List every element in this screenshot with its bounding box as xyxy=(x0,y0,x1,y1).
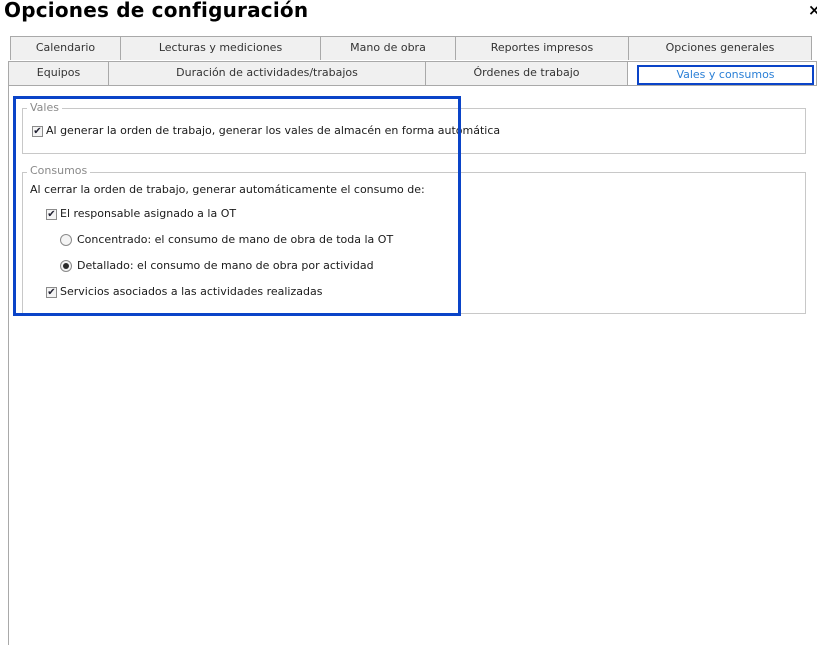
tab-ordenes-de-trabajo[interactable]: Órdenes de trabajo xyxy=(425,61,628,85)
servicios-checkbox[interactable]: ✔ xyxy=(46,287,57,298)
auto-vales-label: Al generar la orden de trabajo, generar … xyxy=(46,124,501,137)
detallado-radio[interactable] xyxy=(60,260,72,272)
servicios-label: Servicios asociados a las actividades re… xyxy=(60,285,323,298)
tab-lecturas-y-mediciones[interactable]: Lecturas y mediciones xyxy=(120,36,321,60)
tab-equipos[interactable]: Equipos xyxy=(8,61,109,85)
check-icon: ✔ xyxy=(47,286,56,298)
check-icon: ✔ xyxy=(33,125,42,137)
tab-calendario[interactable]: Calendario xyxy=(10,36,121,60)
detallado-label: Detallado: el consumo de mano de obra po… xyxy=(77,259,374,272)
consumos-intro: Al cerrar la orden de trabajo, generar a… xyxy=(30,183,425,196)
tab-mano-de-obra[interactable]: Mano de obra xyxy=(320,36,456,60)
concentrado-radio[interactable] xyxy=(60,234,72,246)
close-icon[interactable]: × xyxy=(808,1,817,19)
tab-opciones-generales[interactable]: Opciones generales xyxy=(628,36,812,60)
radio-selected-dot xyxy=(63,263,69,269)
auto-vales-checkbox[interactable]: ✔ xyxy=(32,126,43,137)
check-icon: ✔ xyxy=(47,208,56,220)
vales-legend: Vales xyxy=(27,102,62,114)
concentrado-label: Concentrado: el consumo de mano de obra … xyxy=(77,233,394,246)
tab-vales-y-consumos-label: Vales y consumos xyxy=(637,65,814,85)
window-title: Opciones de configuración xyxy=(4,0,309,22)
tab-content-panel xyxy=(8,85,817,645)
tab-vales-y-consumos[interactable]: Vales y consumos xyxy=(627,61,817,86)
tab-duracion-actividades[interactable]: Duración de actividades/trabajos xyxy=(108,61,426,85)
tab-reportes-impresos[interactable]: Reportes impresos xyxy=(455,36,629,60)
consumos-legend: Consumos xyxy=(27,165,91,177)
responsable-checkbox[interactable]: ✔ xyxy=(46,209,57,220)
responsable-label: El responsable asignado a la OT xyxy=(60,207,237,220)
